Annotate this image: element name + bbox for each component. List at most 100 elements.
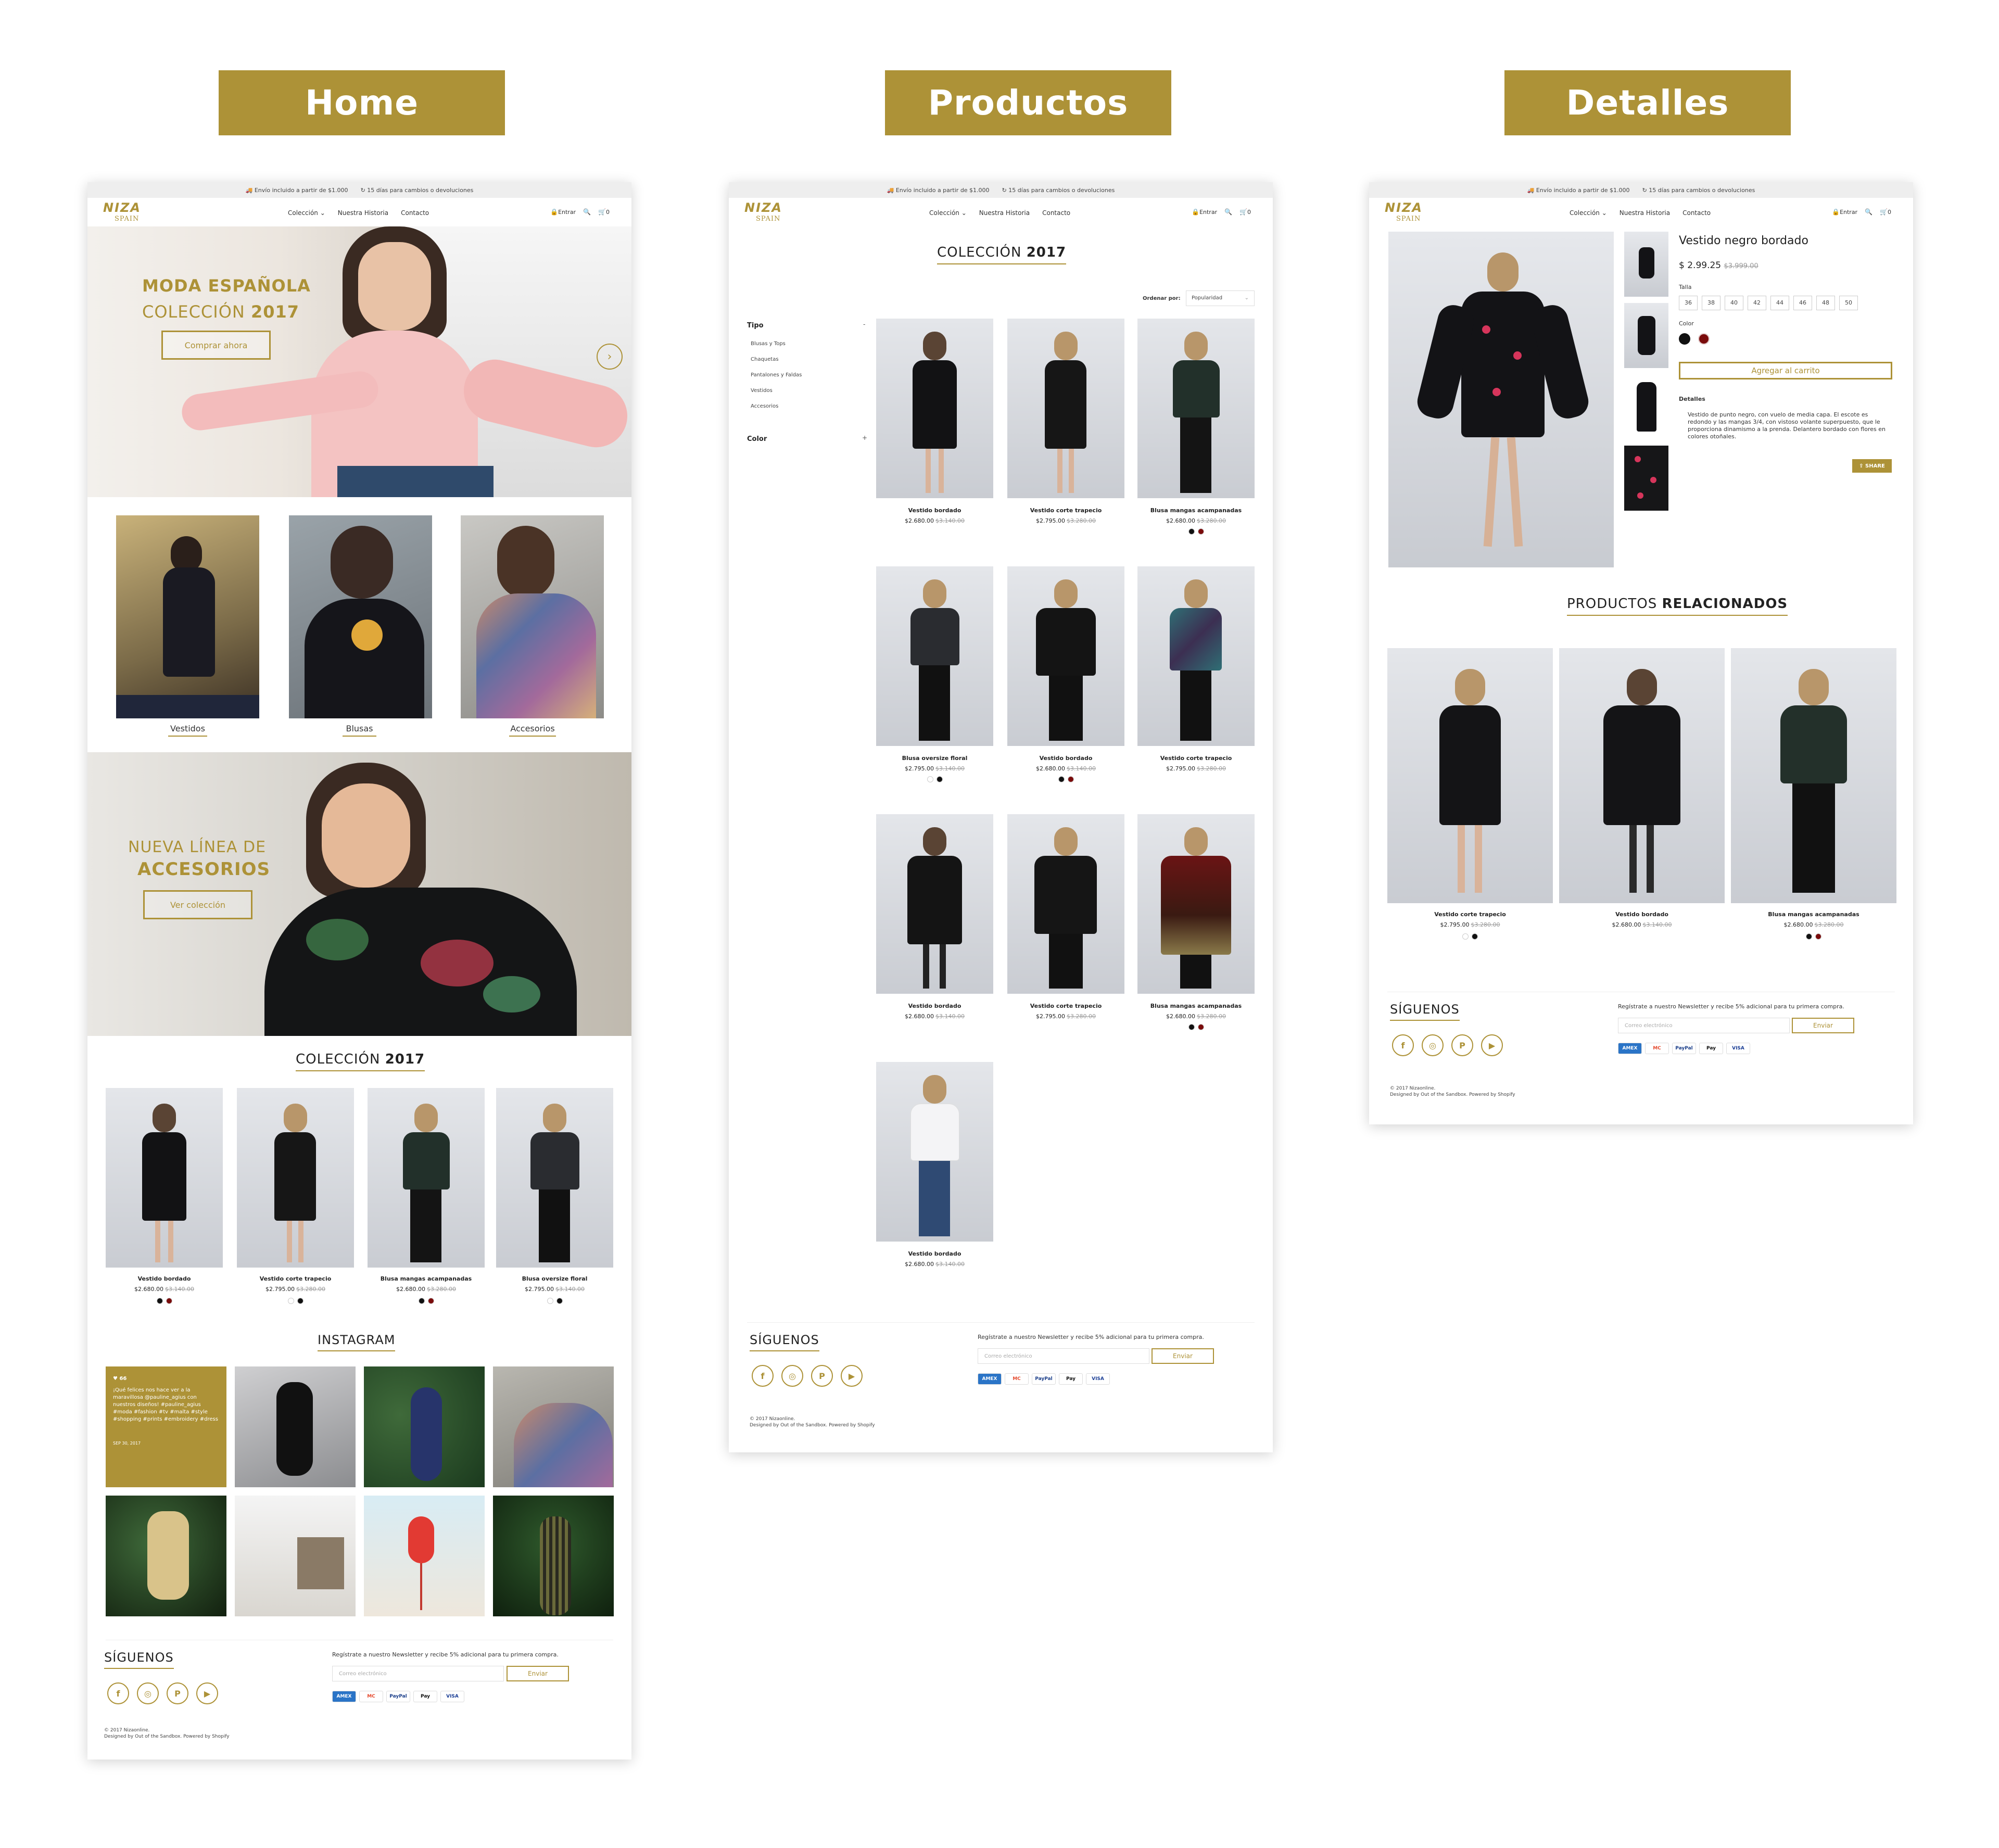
category-image-vestidos[interactable] (116, 515, 259, 718)
instagram-photo[interactable] (235, 1366, 356, 1487)
search-icon[interactable]: 🔍 (583, 208, 591, 216)
product-name[interactable]: Blusa mangas acampanadas (368, 1275, 485, 1282)
product-image[interactable] (1387, 648, 1553, 903)
instagram-photo[interactable] (106, 1496, 226, 1616)
instagram-photo[interactable] (364, 1496, 485, 1616)
niza-logo[interactable]: NIZA SPAIN (1385, 201, 1423, 225)
product-image[interactable] (1007, 566, 1124, 746)
product-image[interactable] (876, 1062, 993, 1242)
product-card[interactable]: Vestido bordado $2.680.00 $3.140.00 (876, 1062, 993, 1296)
swatch-white[interactable] (287, 1298, 294, 1304)
facebook-icon[interactable]: f (752, 1365, 774, 1387)
product-thumbnail[interactable] (1624, 303, 1668, 368)
product-card[interactable]: Vestido corte trapecio $2.795.00 $3.280.0… (1007, 814, 1124, 1048)
niza-logo[interactable]: NIZA SPAIN (103, 201, 141, 225)
category-label-vestidos[interactable]: Vestidos (168, 724, 207, 737)
size-option[interactable]: 48 (1816, 296, 1835, 310)
size-option[interactable]: 46 (1793, 296, 1812, 310)
niza-logo[interactable]: NIZA SPAIN (744, 201, 782, 225)
swatch-red[interactable] (427, 1298, 434, 1304)
size-option[interactable]: 36 (1679, 296, 1698, 310)
search-icon[interactable]: 🔍 (1865, 208, 1873, 216)
product-name[interactable]: Vestido bordado (876, 1003, 993, 1009)
product-card[interactable] (1559, 648, 1725, 903)
product-image[interactable] (1007, 319, 1124, 498)
product-card[interactable]: Vestido corte trapecio $2.795.00 $3.280.0… (1137, 566, 1255, 801)
product-name[interactable]: Vestido bordado (876, 1250, 993, 1257)
product-name[interactable]: Vestido bordado (1007, 755, 1124, 762)
product-name[interactable]: Vestido corte trapecio (1007, 1003, 1124, 1009)
instagram-photo[interactable] (493, 1366, 614, 1487)
product-image[interactable] (106, 1088, 223, 1268)
nav-coleccion[interactable]: Colección ⌄ (929, 209, 967, 217)
nav-coleccion[interactable]: Colección ⌄ (288, 209, 325, 217)
instagram-icon[interactable]: ◎ (1422, 1034, 1444, 1056)
product-image[interactable] (1559, 648, 1725, 903)
color-option-red[interactable] (1698, 333, 1710, 345)
product-card[interactable]: Vestido corte trapecio $2.795.00 $3.280.0… (237, 1088, 354, 1312)
product-card[interactable]: Blusa mangas acampanadas $2.680.00 $3.280… (368, 1088, 485, 1312)
swatch-black[interactable] (556, 1298, 563, 1304)
nav-coleccion[interactable]: Colección ⌄ (1570, 209, 1607, 217)
swatch-black[interactable] (1188, 528, 1195, 535)
product-card[interactable] (1387, 648, 1553, 903)
sort-select[interactable]: Popularidad ⌄ (1186, 290, 1255, 306)
product-image[interactable] (876, 814, 993, 994)
size-option[interactable]: 40 (1725, 296, 1743, 310)
swatch-black[interactable] (1472, 933, 1478, 940)
pinterest-icon[interactable]: P (167, 1682, 188, 1704)
plus-icon[interactable]: + (862, 434, 867, 441)
product-card[interactable]: Vestido bordado $2.680.00 $3.140.00 (876, 319, 993, 553)
product-card[interactable]: Vestido bordado $2.680.00 $3.140.00 (1007, 566, 1124, 801)
share-button[interactable]: ⇪ SHARE (1852, 459, 1892, 473)
filter-item-blusas[interactable]: Blusas y Tops (751, 341, 786, 347)
product-card[interactable]: Vestido corte trapecio $2.795.00 $3.280.0… (1007, 319, 1124, 553)
category-label-blusas[interactable]: Blusas (343, 724, 376, 737)
pinterest-icon[interactable]: P (1451, 1034, 1473, 1056)
swatch-red[interactable] (1197, 528, 1204, 535)
product-thumbnail[interactable] (1624, 232, 1668, 297)
filter-item-pantalones[interactable]: Pantalones y Faldas (751, 372, 802, 378)
instagram-icon[interactable]: ◎ (137, 1682, 159, 1704)
product-card[interactable]: Blusa mangas acampanadas $2.680.00 $3.280… (1137, 319, 1255, 553)
product-image[interactable] (876, 319, 993, 498)
nav-contacto[interactable]: Contacto (1682, 209, 1711, 217)
instagram-photo[interactable] (235, 1496, 356, 1616)
product-name[interactable]: Vestido bordado (106, 1275, 223, 1282)
category-image-blusas[interactable] (289, 515, 432, 718)
send-button[interactable]: Enviar (1792, 1018, 1854, 1033)
swatch-red[interactable] (1067, 776, 1074, 782)
product-card[interactable]: Blusa mangas acampanadas $2.680.00 $3.280… (1137, 814, 1255, 1048)
swatch-black[interactable] (1058, 776, 1065, 782)
cart-link[interactable]: 🛒0 (1880, 208, 1891, 216)
product-image[interactable] (1137, 814, 1255, 994)
size-option[interactable]: 42 (1748, 296, 1766, 310)
send-button[interactable]: Enviar (507, 1666, 569, 1681)
size-option[interactable]: 44 (1770, 296, 1789, 310)
product-card[interactable]: Blusa oversize floral $2.795.00 $3.140.00 (876, 566, 993, 801)
product-name[interactable]: Vestido corte trapecio (1137, 755, 1255, 762)
swatch-black[interactable] (936, 776, 943, 782)
add-to-cart-button[interactable]: Agregar al carrito (1679, 362, 1892, 379)
product-thumbnail[interactable] (1624, 374, 1668, 439)
instagram-photo[interactable] (364, 1366, 485, 1487)
product-name[interactable]: Vestido bordado (876, 507, 993, 514)
search-icon[interactable]: 🔍 (1224, 208, 1232, 216)
filter-item-chaquetas[interactable]: Chaquetas (751, 357, 779, 362)
youtube-icon[interactable]: ▶ (841, 1365, 863, 1387)
nav-historia[interactable]: Nuestra Historia (1620, 209, 1670, 217)
email-input[interactable]: Correo electrónico (1618, 1018, 1790, 1033)
product-name[interactable]: Blusa mangas acampanadas (1137, 507, 1255, 514)
login-link[interactable]: 🔒Entrar (1832, 208, 1857, 216)
login-link[interactable]: 🔒Entrar (1192, 208, 1217, 216)
swatch-black[interactable] (1188, 1024, 1195, 1030)
instagram-icon[interactable]: ◎ (781, 1365, 803, 1387)
swatch-white[interactable] (927, 776, 933, 782)
product-card[interactable]: Vestido bordado $2.680.00 $3.140.00 (106, 1088, 223, 1312)
color-option-black[interactable] (1679, 333, 1690, 345)
youtube-icon[interactable]: ▶ (1481, 1034, 1503, 1056)
facebook-icon[interactable]: f (1392, 1034, 1414, 1056)
product-card[interactable]: Blusa oversize floral $2.795.00 $3.140.00 (496, 1088, 613, 1312)
product-name[interactable]: Blusa mangas acampanadas (1731, 911, 1896, 918)
email-input[interactable]: Correo electrónico (978, 1348, 1149, 1364)
